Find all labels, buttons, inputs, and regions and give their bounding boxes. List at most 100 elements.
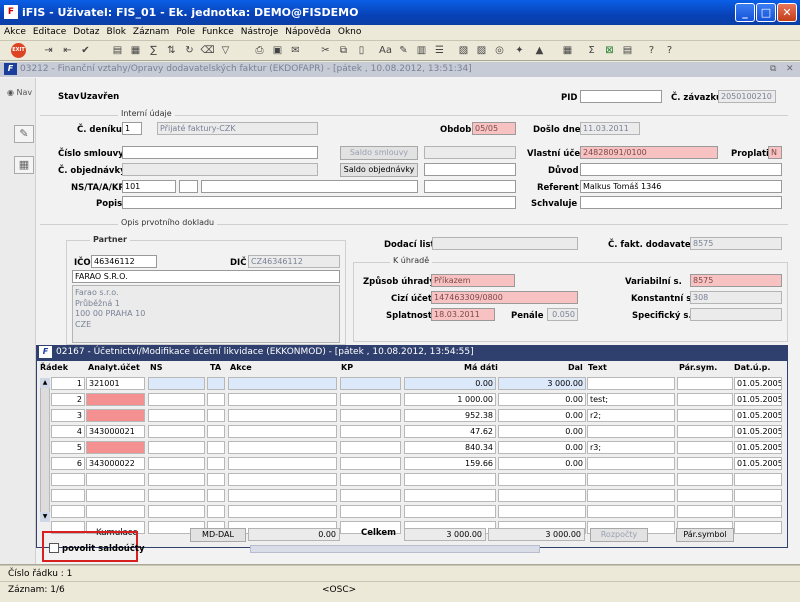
grid-cell-col4[interactable] <box>228 457 337 470</box>
grid-cell-col2[interactable] <box>148 425 205 438</box>
cizi-ucet-field[interactable]: 147463309/0800 <box>431 291 578 304</box>
grid-cell-col5[interactable] <box>340 441 401 454</box>
grid-cell-ucet[interactable]: 343000021 <box>86 425 145 438</box>
vertical-scrollbar[interactable] <box>40 378 50 522</box>
vlastni-ucet-field[interactable]: 24828091/0100 <box>580 146 718 159</box>
form-close-icon[interactable]: ✕ <box>786 64 794 74</box>
obdobi-field[interactable]: 05/05 <box>472 122 516 135</box>
grid-cell-col5[interactable] <box>340 505 401 518</box>
menu-akce[interactable]: Akce <box>0 25 29 37</box>
refresh-icon[interactable]: ↻ <box>182 43 197 58</box>
grid-cell-dal[interactable]: 0.00 <box>498 409 586 422</box>
save-icon[interactable]: ✔ <box>78 43 93 58</box>
menu-blok[interactable]: Blok <box>103 25 129 37</box>
calculator-icon[interactable]: ▦ <box>560 43 575 58</box>
grid-cell-col5[interactable] <box>340 457 401 470</box>
horizontal-scrollbar[interactable] <box>250 545 540 553</box>
grid-cell-col5[interactable] <box>340 489 401 502</box>
grid-cell-col2[interactable] <box>148 489 205 502</box>
grid-cell-radek[interactable]: 4 <box>51 425 85 438</box>
copy-icon[interactable]: ⧉ <box>336 43 351 58</box>
grid-cell-ucet[interactable] <box>86 393 145 406</box>
paste-icon[interactable]: ▯ <box>354 43 369 58</box>
menu-funkce[interactable]: Funkce <box>198 25 237 37</box>
calendar-nav-icon[interactable]: ▦ <box>14 156 34 174</box>
ns-field[interactable]: 101 <box>122 180 176 193</box>
grid-cell-ucet[interactable]: 321001 <box>86 377 145 390</box>
kp-field[interactable] <box>424 180 516 193</box>
preview-icon[interactable]: ▣ <box>270 43 285 58</box>
grid-cell-col9[interactable] <box>677 377 733 390</box>
grid-cell-dal[interactable]: 0.00 <box>498 425 586 438</box>
zpusob-uhrady-field[interactable]: Příkazem <box>431 274 515 287</box>
grid-cell-col5[interactable] <box>340 409 401 422</box>
grid-cell-radek[interactable]: 6 <box>51 457 85 470</box>
grid-cell-col4[interactable] <box>228 409 337 422</box>
grid-cell-col2[interactable] <box>148 377 205 390</box>
grid-cell-dal[interactable]: 3 000.00 <box>498 377 586 390</box>
cislo-objednavky-field[interactable] <box>122 163 318 176</box>
context-help-icon[interactable]: ? <box>662 43 677 58</box>
grid-cell-dat[interactable]: 01.05.2005 <box>734 425 782 438</box>
dic-field[interactable]: CZ46346112 <box>248 255 340 268</box>
document-icon[interactable]: ▨ <box>474 43 489 58</box>
filter-icon[interactable]: ▽ <box>218 43 233 58</box>
grid-cell-col4[interactable] <box>228 489 337 502</box>
grid-cell-ucet[interactable] <box>86 409 145 422</box>
insert-record-icon[interactable]: ⇥ <box>41 43 56 58</box>
grid-cell-col9[interactable] <box>677 441 733 454</box>
grid-cell-radek[interactable] <box>51 505 85 518</box>
delete-record-icon[interactable]: ⇤ <box>60 43 75 58</box>
grid-cell-col9[interactable] <box>677 473 733 486</box>
grid-cell-text[interactable]: r3; <box>587 441 675 454</box>
grid-cell-radek[interactable]: 1 <box>51 377 85 390</box>
grid-cell-text[interactable]: r2; <box>587 409 675 422</box>
grid-cell-col2[interactable] <box>148 393 205 406</box>
grid-cell-text[interactable] <box>587 425 675 438</box>
grid-cell-col2[interactable] <box>148 457 205 470</box>
grid-cell-col9[interactable] <box>677 393 733 406</box>
enter-query-icon[interactable]: ▤ <box>110 43 125 58</box>
grid-cell-col3[interactable] <box>207 409 225 422</box>
report-icon[interactable]: ▧ <box>456 43 471 58</box>
grid-cell-dal[interactable] <box>498 505 586 518</box>
grid-cell-col4[interactable] <box>228 473 337 486</box>
grid-cell-col3[interactable] <box>207 393 225 406</box>
grid-cell-ma_dati[interactable]: 47.62 <box>404 425 496 438</box>
proplatit-field[interactable]: N <box>768 146 782 159</box>
grid-cell-ucet[interactable] <box>86 441 145 454</box>
pin-icon[interactable]: ✦ <box>512 43 527 58</box>
menu-pole[interactable]: Pole <box>172 25 198 37</box>
grid-cell-col9[interactable] <box>677 505 733 518</box>
grid-cell-dal[interactable]: 0.00 <box>498 441 586 454</box>
edit-document-icon[interactable]: ✎ <box>14 125 34 143</box>
cut-icon[interactable]: ✂ <box>318 43 333 58</box>
par-symbol-button[interactable]: Pár.symbol <box>676 528 734 542</box>
ta-field[interactable] <box>179 180 198 193</box>
grid-cell-col3[interactable] <box>207 505 225 518</box>
calendar-icon[interactable]: ▥ <box>414 43 429 58</box>
grid-cell-col3[interactable] <box>207 425 225 438</box>
edit-icon[interactable]: ✎ <box>396 43 411 58</box>
grid-cell-ma_dati[interactable]: 840.34 <box>404 441 496 454</box>
grid-cell-ma_dati[interactable]: 0.00 <box>404 377 496 390</box>
ico-field[interactable]: 46346112 <box>91 255 157 268</box>
grid-cell-col4[interactable] <box>228 393 337 406</box>
grid-cell-dal[interactable]: 0.00 <box>498 457 586 470</box>
grid-cell-col4[interactable] <box>228 425 337 438</box>
grid-cell-ucet[interactable]: 343000022 <box>86 457 145 470</box>
cislo-deniku-field[interactable]: 1 <box>122 122 142 135</box>
menu-nastroje[interactable]: Nástroje <box>237 25 282 37</box>
grid-cell-ucet[interactable] <box>86 489 145 502</box>
saldo-objednavky-button[interactable]: Saldo objednávky <box>340 163 418 177</box>
konstantni-field[interactable]: 308 <box>690 291 782 304</box>
grid-cell-ucet[interactable] <box>86 505 145 518</box>
grid-cell-ma_dati[interactable]: 1 000.00 <box>404 393 496 406</box>
grid-cell-radek[interactable]: 5 <box>51 441 85 454</box>
grid-cell-col4[interactable] <box>228 441 337 454</box>
grid-cell-col3[interactable] <box>207 489 225 502</box>
menu-dotaz[interactable]: Dotaz <box>69 25 102 37</box>
grid-cell-dat[interactable] <box>734 489 782 502</box>
close-icon[interactable]: ✕ <box>777 3 797 22</box>
grid-cell-col5[interactable] <box>340 473 401 486</box>
